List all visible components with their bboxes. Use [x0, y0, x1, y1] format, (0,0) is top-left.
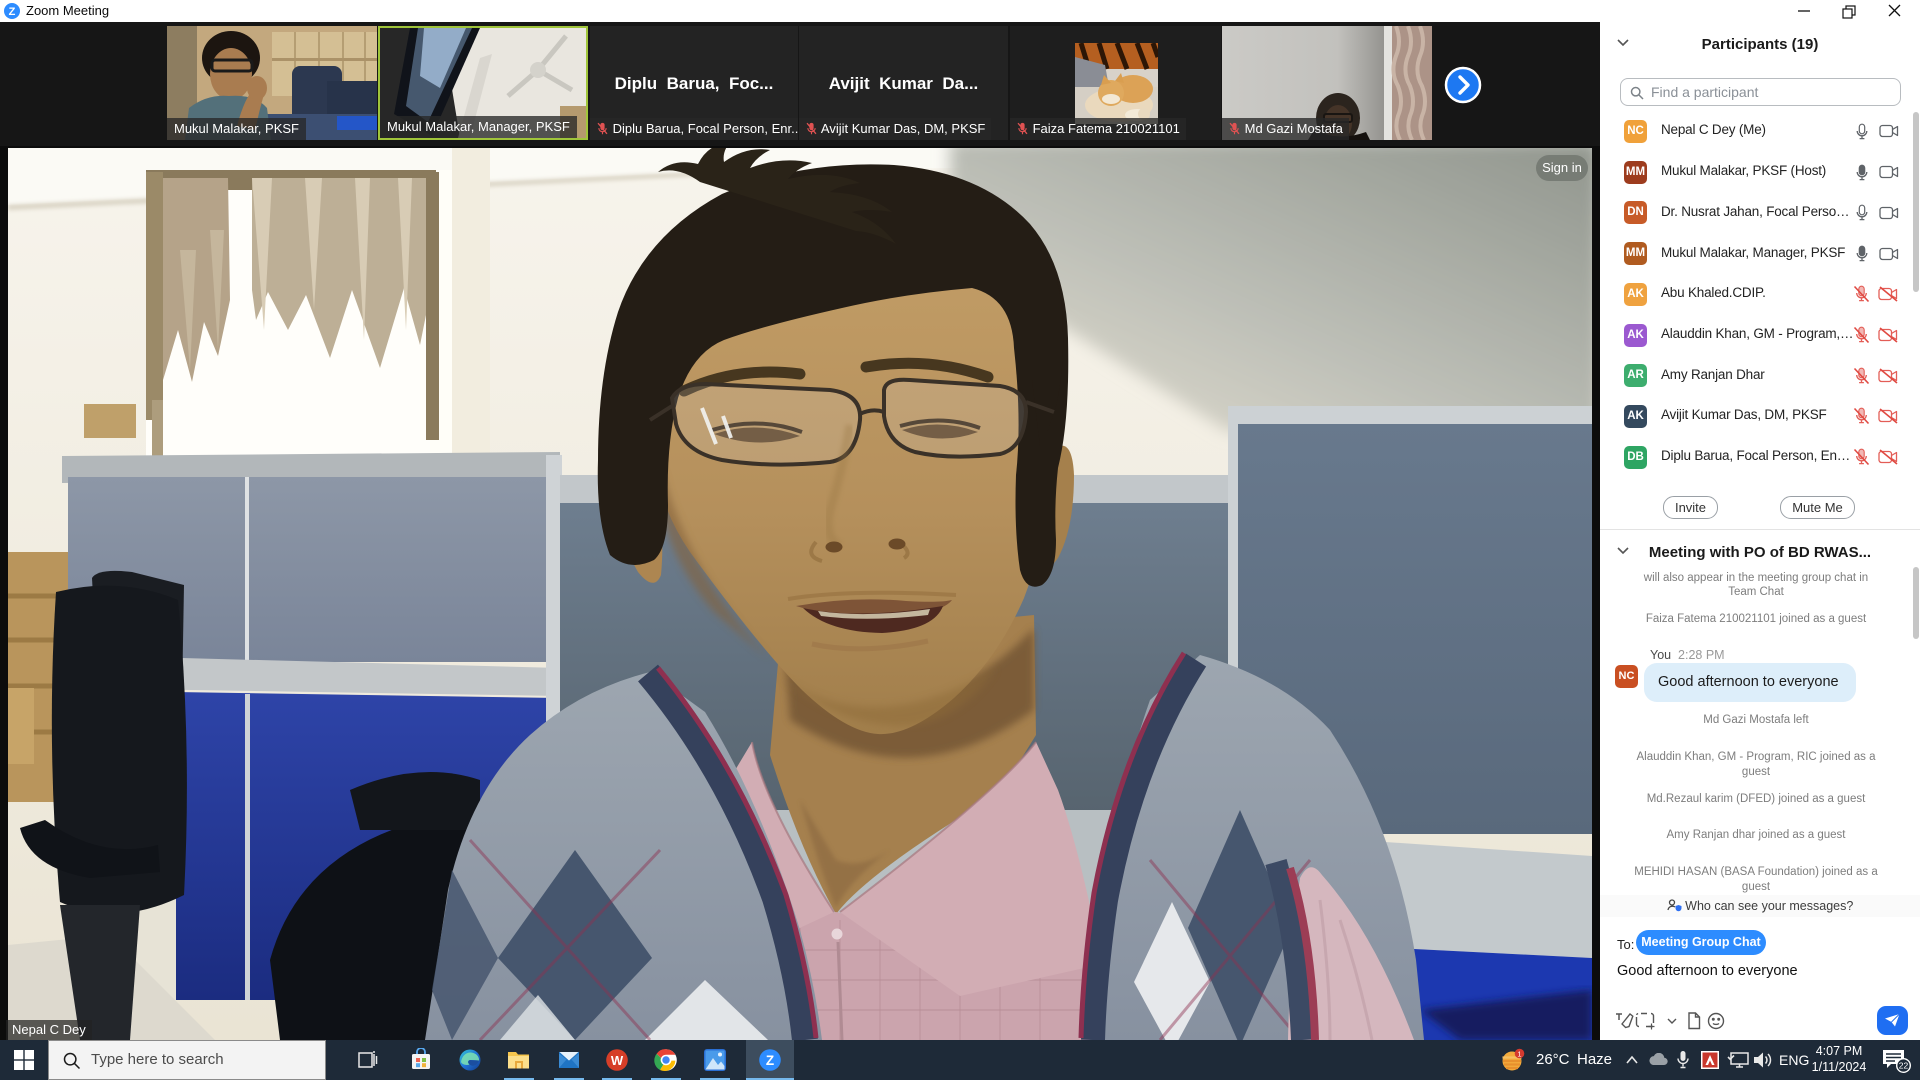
svg-text:22: 22	[1899, 1061, 1909, 1071]
svg-text:1: 1	[1517, 1050, 1521, 1059]
svg-text:Z: Z	[766, 1053, 774, 1068]
svg-text:Z: Z	[9, 6, 16, 18]
svg-text:W: W	[611, 1053, 624, 1068]
